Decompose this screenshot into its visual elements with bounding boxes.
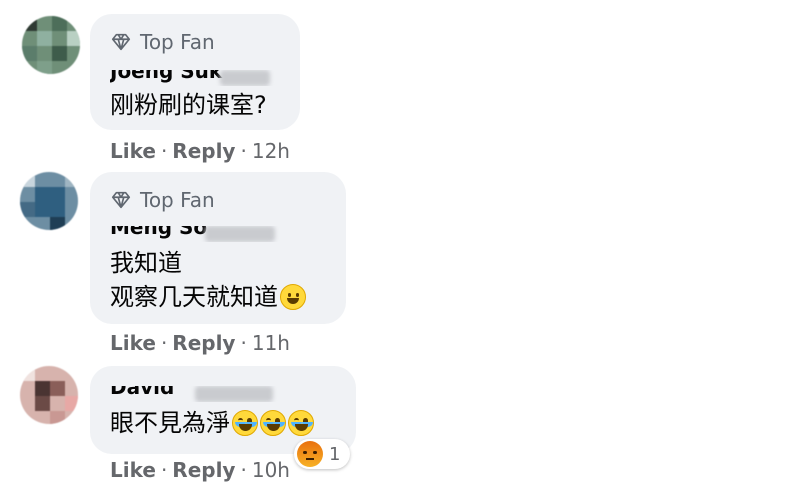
comment-actions: Like · Reply · 11h	[110, 331, 290, 355]
comment-actions: Like · Reply · 10h	[110, 458, 290, 482]
grinning-face-emoji-icon	[280, 284, 306, 310]
reaction-count[interactable]: 1	[294, 439, 351, 469]
separator: ·	[240, 458, 247, 482]
separator: ·	[160, 139, 168, 163]
comment-bubble: Top Fan Meng So 我知道 观察几天就知道	[90, 172, 346, 324]
author-name[interactable]: Joeng Suk	[110, 70, 280, 86]
reply-link[interactable]: Reply	[172, 139, 235, 163]
tears-of-joy-emoji-icon	[232, 410, 258, 436]
avatar[interactable]	[20, 172, 78, 230]
timestamp[interactable]: 11h	[252, 331, 290, 355]
diamond-icon	[111, 33, 131, 51]
comment-bubble: Top Fan Joeng Suk 刚粉刷的课室?	[90, 14, 300, 130]
comment-text: 我知道	[110, 249, 182, 277]
like-link[interactable]: Like	[110, 331, 156, 355]
separator: ·	[160, 331, 168, 355]
reply-link[interactable]: Reply	[172, 458, 235, 482]
comment-text: 观察几天就知道	[110, 280, 306, 314]
badge-label: Top Fan	[140, 188, 215, 212]
top-fan-badge: Top Fan	[110, 30, 215, 54]
timestamp[interactable]: 12h	[252, 139, 290, 163]
diamond-icon	[111, 191, 131, 209]
avatar[interactable]	[22, 16, 80, 74]
separator: ·	[160, 458, 168, 482]
like-link[interactable]: Like	[110, 458, 156, 482]
badge-label: Top Fan	[140, 30, 215, 54]
author-name[interactable]: David	[110, 386, 280, 402]
comment-text: 刚粉刷的课室?	[110, 91, 267, 119]
separator: ·	[240, 139, 247, 163]
angry-reaction-icon	[297, 441, 323, 467]
top-fan-badge: Top Fan	[110, 188, 215, 212]
tears-of-joy-emoji-icon	[288, 410, 314, 436]
like-link[interactable]: Like	[110, 139, 156, 163]
comment-actions: Like · Reply · 12h	[110, 139, 290, 163]
avatar[interactable]	[20, 366, 78, 424]
tears-of-joy-emoji-icon	[260, 410, 286, 436]
comment-text: 眼不見為淨	[110, 406, 314, 440]
author-name[interactable]: Meng So	[110, 226, 280, 242]
separator: ·	[240, 331, 247, 355]
timestamp[interactable]: 10h	[252, 458, 290, 482]
reply-link[interactable]: Reply	[172, 331, 235, 355]
reaction-number: 1	[329, 443, 341, 465]
